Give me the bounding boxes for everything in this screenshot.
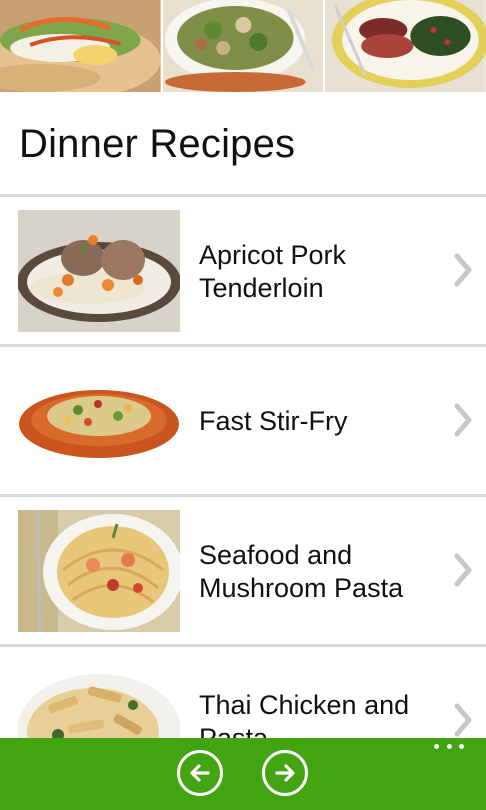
app-bar — [0, 738, 486, 810]
salad-bowl-photo — [162, 0, 326, 92]
forward-button[interactable] — [262, 750, 308, 796]
recipe-title: Seafood and Mushroom Pasta — [199, 540, 404, 603]
recipe-item-fast-stir-fry[interactable]: Fast Stir-Fry — [0, 347, 486, 494]
chevron-right-icon — [452, 403, 474, 437]
recipe-title: Apricot Pork Tenderloin — [199, 240, 347, 303]
apricot-pork-photo — [18, 210, 180, 332]
chevron-right-icon — [452, 553, 474, 587]
arrow-right-icon — [275, 764, 295, 782]
recipe-list[interactable]: Apricot Pork Tenderloin Fast Stir-Fry Se… — [0, 194, 486, 738]
recipe-item-seafood-pasta[interactable]: Seafood and Mushroom Pasta — [0, 497, 486, 644]
sandwich-photo — [0, 0, 163, 92]
page-title: Dinner Recipes — [19, 122, 296, 166]
thai-chicken-pasta-photo — [18, 660, 180, 738]
chevron-right-icon — [452, 253, 474, 287]
chevron-right-icon — [452, 703, 474, 737]
recipe-item-thai-chicken-pasta[interactable]: Thai Chicken and Pasta — [0, 647, 486, 738]
arrow-left-icon — [190, 764, 210, 782]
recipe-item-apricot-pork[interactable]: Apricot Pork Tenderloin — [0, 197, 486, 344]
recipe-title: Thai Chicken and Pasta — [199, 690, 410, 738]
back-button[interactable] — [177, 750, 223, 796]
steak-plate-photo — [325, 0, 486, 92]
ellipsis-icon[interactable] — [434, 741, 464, 751]
stir-fry-photo — [18, 360, 180, 482]
seafood-pasta-photo — [18, 510, 180, 632]
header-banner — [0, 0, 486, 92]
recipe-title: Fast Stir-Fry — [199, 406, 348, 436]
